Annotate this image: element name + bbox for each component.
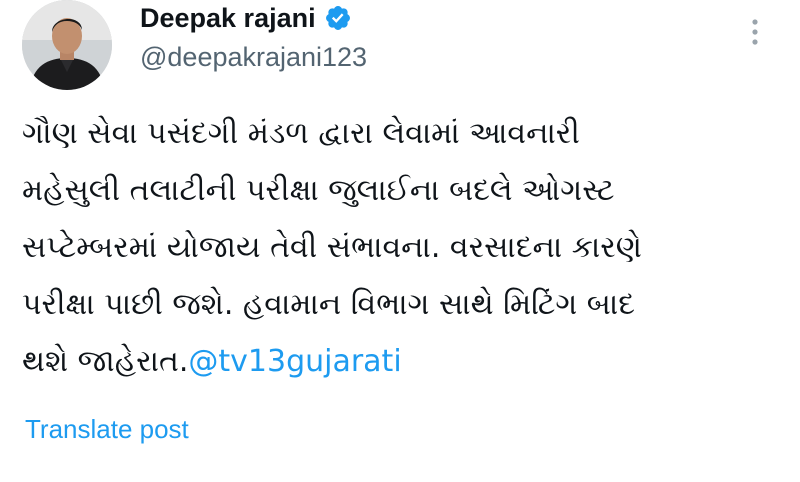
author-name-row: Deepak rajani xyxy=(140,0,352,36)
post-text-line: સપ્ટેમ્બરમાં યોજાય તેવી સંભાવના. વરસાદના… xyxy=(22,230,642,265)
post-text-segment: થશે જાહેરાત. xyxy=(22,344,189,379)
post-text-last-line: થશે જાહેરાત.@tv13gujarati xyxy=(22,333,782,390)
more-options-icon[interactable] xyxy=(743,14,767,50)
avatar[interactable] xyxy=(22,0,112,90)
author-handle[interactable]: @deepakrajani123 xyxy=(140,42,367,73)
author-display-name[interactable]: Deepak rajani xyxy=(140,3,316,34)
translate-post-link[interactable]: Translate post xyxy=(25,414,189,445)
post-text-line: મહેસુલી તલાટીની પરીક્ષા જુલાઈના બદલે ઓગસ… xyxy=(22,173,615,208)
verified-badge-icon[interactable] xyxy=(324,4,352,32)
avatar-image xyxy=(22,0,112,90)
post-text-line: ગૌણ સેવા પસંદગી મંડળ દ્વારા લેવામાં આવના… xyxy=(22,116,580,151)
mention-link[interactable]: @tv13gujarati xyxy=(188,344,401,379)
post-text-line: પરીક્ષા પાછી જશે. હવામાન વિભાગ સાથે મિટિ… xyxy=(22,287,636,322)
post-text: ગૌણ સેવા પસંદગી મંડળ દ્વારા લેવામાં આવના… xyxy=(22,105,782,390)
post-card: Deepak rajani @deepakrajani123 ગૌણ સેવા … xyxy=(0,0,800,482)
